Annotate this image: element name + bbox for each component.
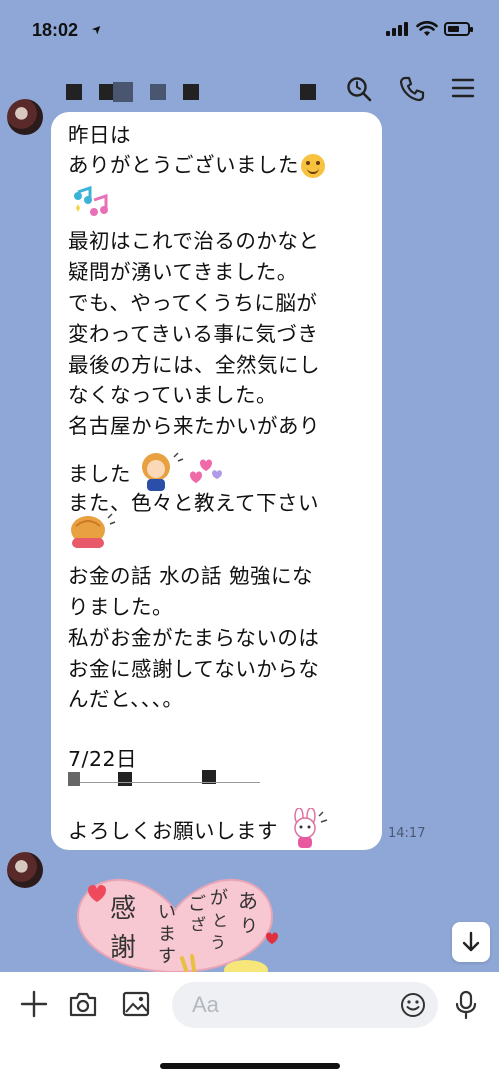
smile-emoji-icon [301, 154, 325, 178]
music-notes-emoji-icon [74, 185, 108, 216]
message-line: 7/22日 [68, 747, 138, 771]
emoji-icon[interactable] [400, 992, 426, 1018]
message-line: ありがとうございました [68, 148, 325, 178]
phone-icon[interactable] [399, 76, 425, 102]
message-line: 最後の方には、全然気にし [68, 353, 320, 377]
message-time: 14:17 [388, 826, 426, 841]
battery-icon [444, 22, 473, 36]
message-line: りました。 [68, 595, 173, 619]
scroll-to-bottom-button[interactable] [452, 922, 490, 962]
location-arrow-icon: ➤ [88, 20, 106, 38]
chat-header [0, 64, 499, 114]
svg-text:謝: 謝 [110, 933, 136, 963]
message-line: 昨日は [68, 123, 131, 147]
sender-avatar[interactable] [7, 99, 43, 135]
status-bar: 18:02 ➤ [0, 0, 499, 60]
message-line: お金の話 水の話 勉強にな [68, 564, 314, 588]
message-input-placeholder: Aa [192, 992, 219, 1017]
camera-icon[interactable] [68, 990, 98, 1018]
message-line: んだと、、、。 [68, 687, 184, 711]
message-line: でも、やってくうちに脳が [68, 291, 318, 315]
svg-text:が: が [210, 888, 228, 909]
svg-text:ま: ま [158, 924, 176, 945]
wifi-icon [416, 21, 438, 36]
svg-text:ざ: ざ [190, 915, 206, 934]
thank-you-sticker[interactable]: 感 謝 い ま す ご が あ ざ と り う [60, 862, 290, 972]
bowing-person-emoji-icon [71, 513, 116, 548]
svg-text:い: い [158, 902, 176, 923]
svg-text:う: う [210, 933, 226, 952]
message-line: 私がお金がたまらないのは [68, 626, 320, 650]
message-line: よろしくお願いします [68, 807, 331, 850]
home-indicator [160, 1063, 340, 1069]
plus-icon[interactable] [20, 990, 48, 1018]
search-icon[interactable] [346, 76, 372, 102]
redacted-line [68, 770, 278, 790]
sticker-text: 感 [110, 894, 136, 924]
message-line: お金に感謝してないからな [68, 657, 320, 681]
arrow-down-icon [462, 931, 480, 952]
menu-icon[interactable] [451, 76, 475, 100]
bunny-emoji-icon [294, 807, 328, 848]
image-icon[interactable] [122, 990, 150, 1018]
message-input[interactable]: Aa [172, 982, 438, 1028]
svg-text:あ: あ [238, 889, 258, 913]
message-line: 名古屋から来たかいがあり [68, 414, 320, 438]
message-line: 変わってきいる事に気づき [68, 322, 319, 346]
message-bubble[interactable]: 昨日は ありがとうございました 最初はこれで治るのかなと 疑問が湧いてきました。… [51, 112, 382, 850]
svg-text:と: と [212, 911, 228, 930]
signal-icon [386, 22, 408, 36]
clock: 18:02 [32, 20, 79, 40]
svg-text:す: す [158, 946, 176, 967]
sender-avatar[interactable] [7, 852, 43, 888]
svg-text:ご: ご [188, 894, 206, 915]
microphone-icon[interactable] [454, 990, 478, 1020]
message-line: 最初はこれで治るのかなと [68, 229, 320, 253]
svg-text:り: り [240, 916, 258, 937]
message-line: 疑問が湧いてきました。 [68, 260, 298, 284]
message-line: なくなっていました。 [68, 383, 277, 407]
